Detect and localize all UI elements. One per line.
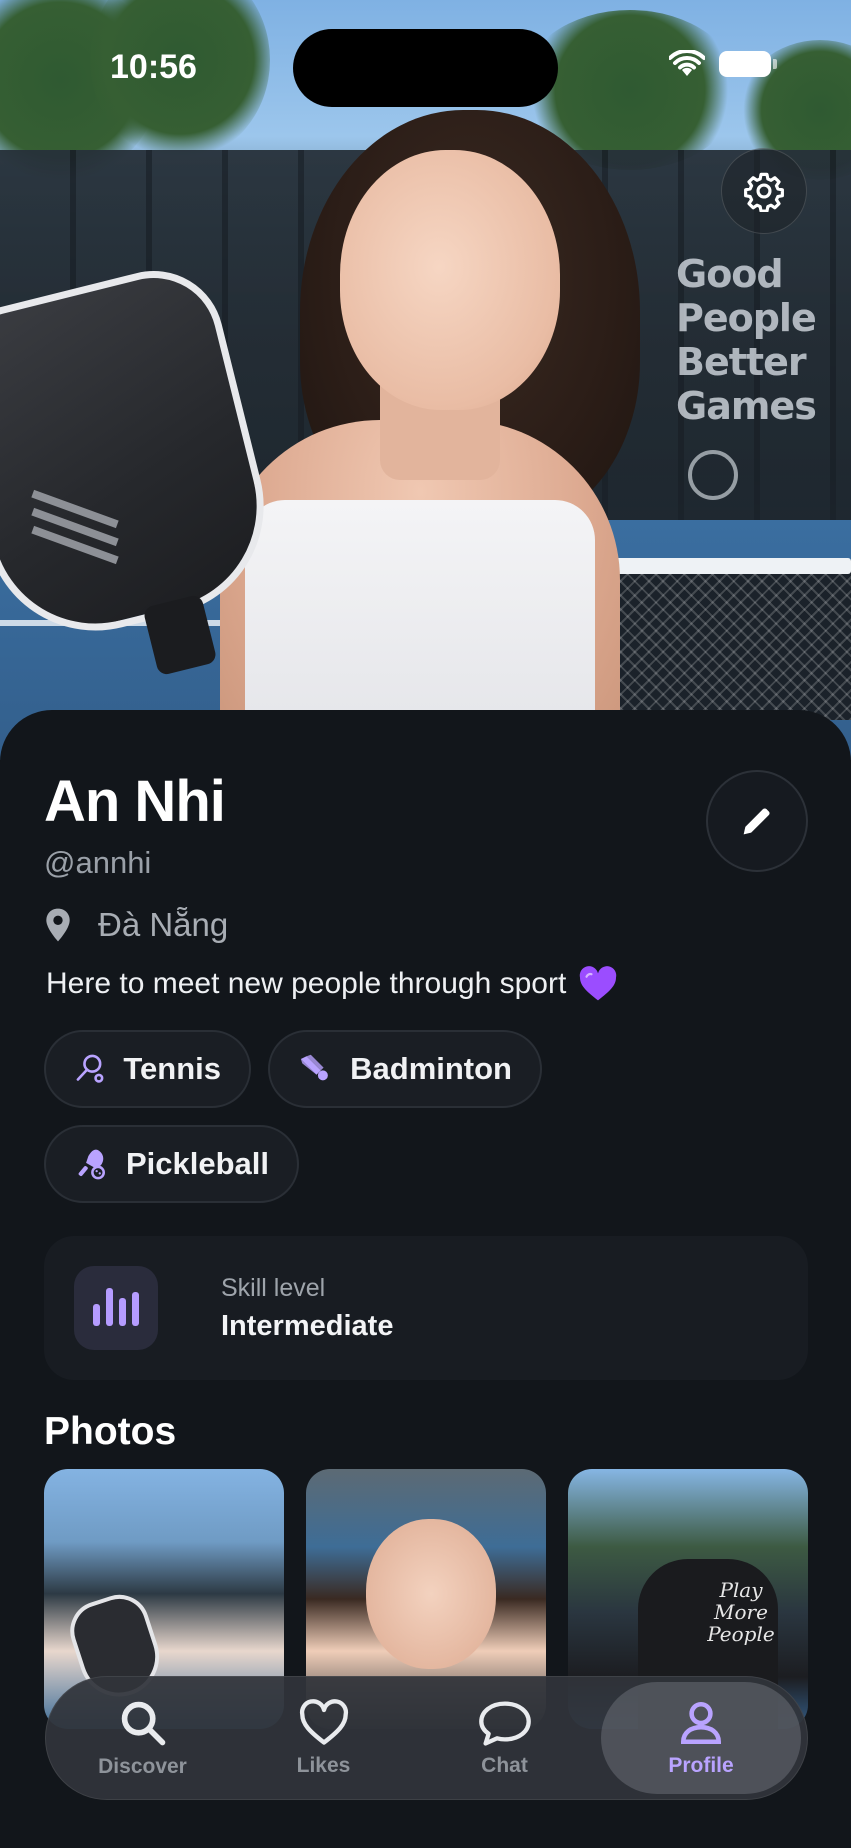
shirt-print-line: People [707,1622,775,1646]
fence-sign-line: Games [676,384,817,428]
photos-heading: Photos [44,1410,177,1453]
chat-bubble-icon [478,1701,531,1746]
profile-location: Đà Nẵng [44,906,228,944]
sport-chip-pickleball[interactable]: Pickleball [44,1125,299,1203]
skill-level-label: Skill level [221,1274,326,1302]
battery-icon [719,51,777,77]
search-icon [121,1701,165,1746]
shirt-print-line: More [714,1600,768,1624]
profile-bio: Here to meet new people through sport [46,966,618,1002]
location-pin-icon [46,908,70,942]
edit-profile-button[interactable] [706,770,808,872]
wifi-icon [669,50,705,76]
bio-text: Here to meet new people through sport [46,967,567,1000]
profile-handle: @annhi [44,845,152,880]
sport-chip-label: Pickleball [125,1146,269,1181]
status-icons [669,50,777,78]
pencil-icon [743,808,770,835]
skill-level-card: Skill level Intermediate [44,1236,808,1380]
person-icon [680,1701,722,1745]
location-label: Đà Nẵng [98,906,229,943]
sport-chip-tennis[interactable]: Tennis [44,1030,251,1108]
sport-chip-badminton[interactable]: Badminton [268,1030,542,1108]
dynamic-island [293,29,558,107]
face-in-photo [366,1519,496,1669]
sport-chip-label: Tennis [123,1051,221,1086]
pickleball-paddle-icon [78,1149,105,1180]
shirt-print-line: Play [719,1578,763,1602]
status-time: 10:56 [110,48,197,86]
shuttlecock-icon [300,1054,328,1081]
tab-profile[interactable]: Profile [601,1682,801,1794]
tab-label: Profile [668,1754,734,1777]
fence-sign-line: People [676,296,817,340]
settings-button[interactable] [721,148,807,234]
tab-chat[interactable]: Chat [414,1682,595,1794]
tab-bar: Discover Likes Chat Profile [45,1676,808,1800]
purple-heart-emoji [580,966,617,1001]
tab-likes[interactable]: Likes [233,1682,414,1794]
shirt-print: Play More People [686,1579,796,1645]
tennis-racket-icon [76,1054,104,1083]
tab-label: Discover [98,1755,187,1778]
sport-chip-label: Badminton [350,1051,512,1086]
fence-sign-line: Better [676,340,807,384]
heart-icon [299,1699,348,1745]
person-face [340,150,560,410]
bar-chart-icon [74,1266,158,1350]
profile-cover-photo: Good People Better Games [0,0,851,760]
tab-label: Chat [481,1754,528,1777]
gear-icon [744,172,784,212]
smiley-icon [688,450,738,500]
tab-label: Likes [296,1754,351,1777]
fence-sign: Good People Better Games [676,252,817,428]
skill-level-value: Intermediate [221,1310,394,1342]
fence-sign-line: Good [676,252,784,296]
profile-name: An Nhi [44,769,226,834]
tab-discover[interactable]: Discover [52,1682,233,1794]
